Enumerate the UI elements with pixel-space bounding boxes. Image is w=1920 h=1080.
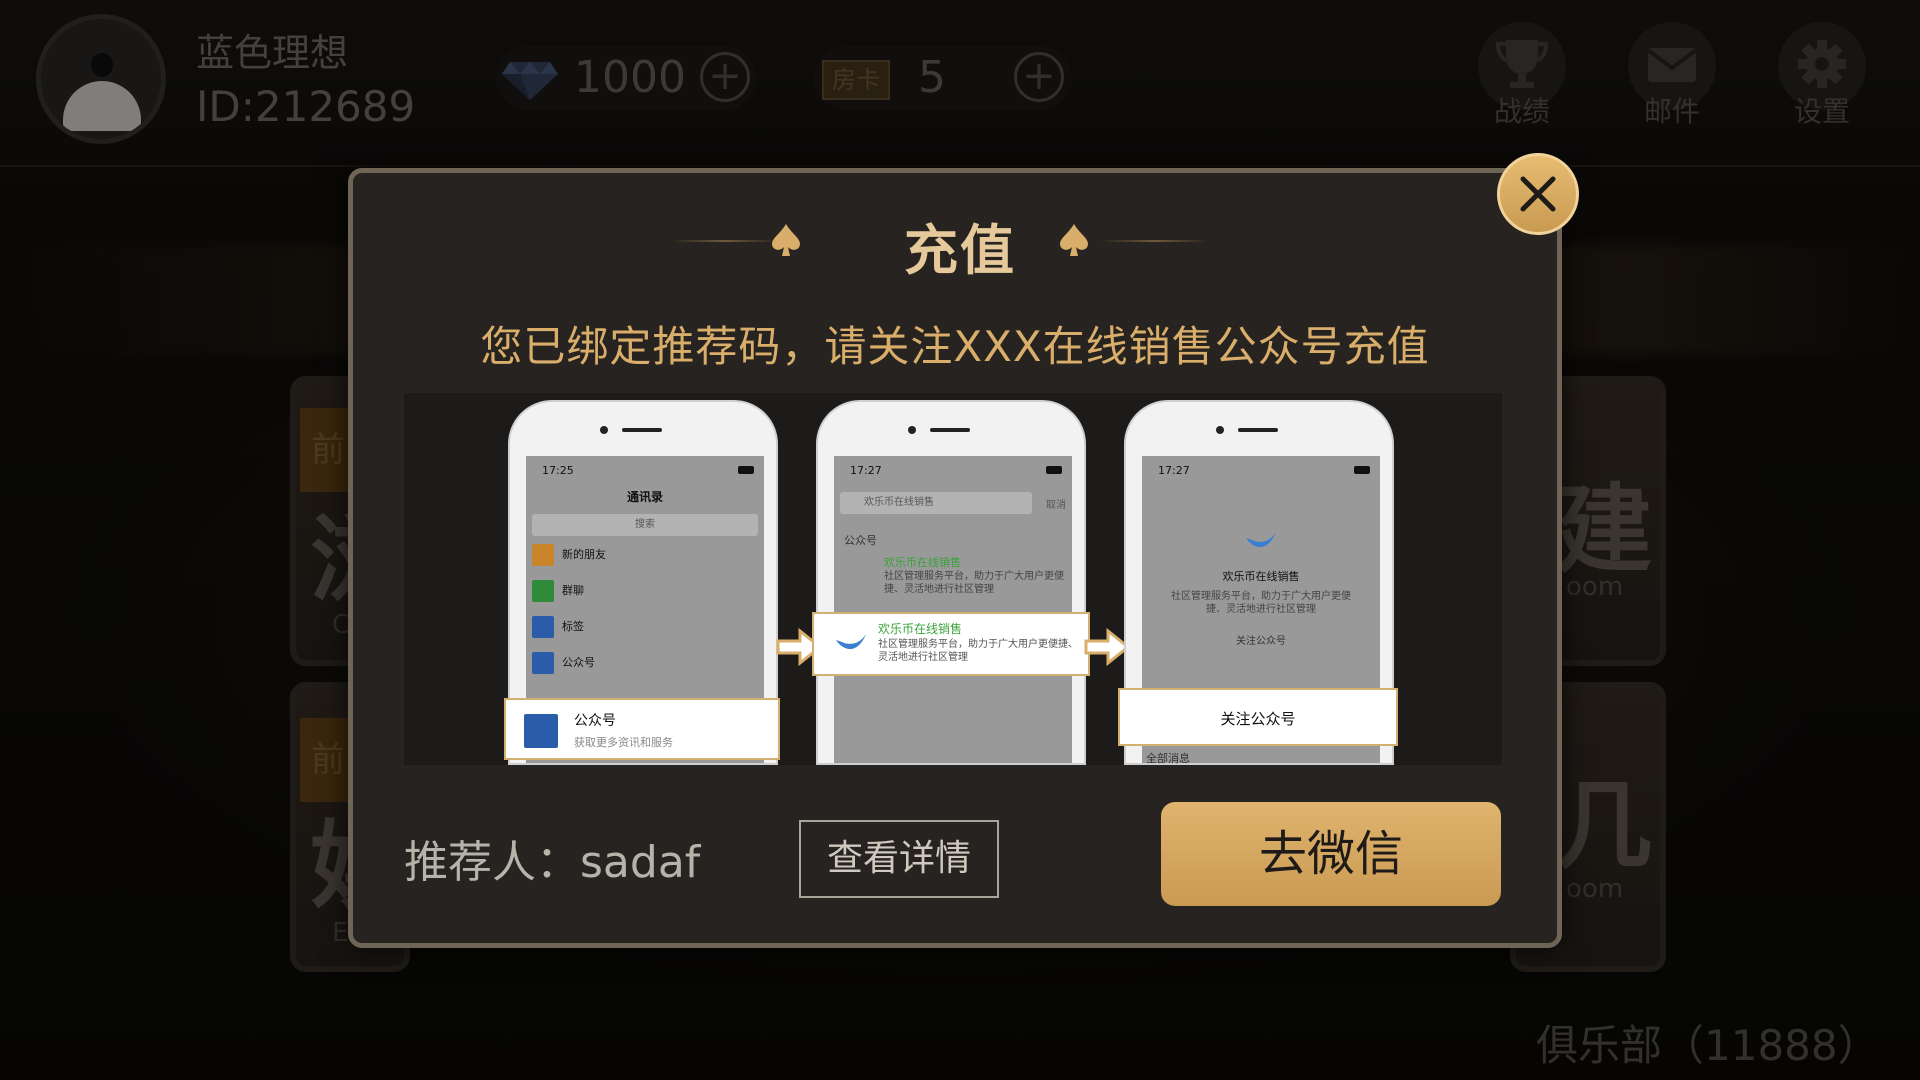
title-divider-left xyxy=(670,240,780,242)
referrer-label: 推荐人：sadaf xyxy=(404,837,701,888)
close-button[interactable] xyxy=(1497,153,1579,235)
guide-highlight-3: 关注公众号 xyxy=(1118,688,1398,746)
phone-search: 搜索 xyxy=(532,514,758,536)
spade-icon xyxy=(772,224,800,256)
highlight-subtitle: 社区管理服务平台，助力于广大用户更便捷、灵活地进行社区管理 xyxy=(878,639,1078,663)
highlight-title: 公众号 xyxy=(574,713,616,729)
spade-icon xyxy=(1060,224,1088,256)
account-name: 欢乐币在线销售 xyxy=(1222,570,1300,583)
recharge-notice: 您已绑定推荐码，请关注XXX在线销售公众号充值 xyxy=(480,322,1430,371)
follow-button-text: 关注公众号 xyxy=(1220,710,1296,728)
highlight-title: 欢乐币在线销售 xyxy=(878,622,963,636)
guide-phone-2: 17:27 欢乐币在线销售 取消 公众号 欢乐币在线销售 社区管理服务平台，助力… xyxy=(816,400,1086,765)
go-wechat-button[interactable]: 去微信 xyxy=(1161,802,1501,906)
tag-icon xyxy=(532,616,554,638)
title-divider-right xyxy=(1100,240,1210,242)
contact-row: 公众号 xyxy=(532,648,595,678)
official-account-icon xyxy=(532,652,554,674)
phone-time: 17:27 xyxy=(850,464,882,477)
all-messages-text: 全部消息 xyxy=(1146,752,1190,765)
bird-logo-icon xyxy=(1246,532,1276,548)
phone-time: 17:25 xyxy=(542,464,574,477)
contact-row: 标签 xyxy=(532,612,584,642)
contact-row: 群聊 xyxy=(532,576,584,606)
search-result: 欢乐币在线销售 社区管理服务平台，助力于广大用户更便捷、灵活地进行社区管理 xyxy=(884,556,1064,595)
add-friend-icon xyxy=(532,544,554,566)
guide-highlight-2: 欢乐币在线销售 社区管理服务平台，助力于广大用户更便捷、灵活地进行社区管理 xyxy=(812,612,1090,676)
group-icon xyxy=(532,580,554,602)
highlight-subtitle: 获取更多资讯和服务 xyxy=(574,736,673,749)
close-icon xyxy=(1520,176,1556,212)
guide-highlight-1: 公众号 获取更多资讯和服务 xyxy=(504,698,780,760)
phone-search: 欢乐币在线销售 xyxy=(840,492,1032,514)
view-details-button[interactable]: 查看详情 xyxy=(799,820,999,898)
phone-time: 17:27 xyxy=(1158,464,1190,477)
dialog-title: 充值 xyxy=(904,219,1016,282)
contact-row: 新的朋友 xyxy=(532,540,606,570)
cancel-text: 取消 xyxy=(1046,500,1066,511)
section-label: 公众号 xyxy=(844,534,877,547)
phone-screen-title: 通讯录 xyxy=(626,490,663,504)
account-desc: 社区管理服务平台，助力于广大用户更便捷、灵活地进行社区管理 xyxy=(1171,591,1351,615)
official-account-icon xyxy=(524,714,558,748)
bird-logo-icon xyxy=(836,634,866,650)
follow-text: 关注公众号 xyxy=(1236,636,1286,647)
